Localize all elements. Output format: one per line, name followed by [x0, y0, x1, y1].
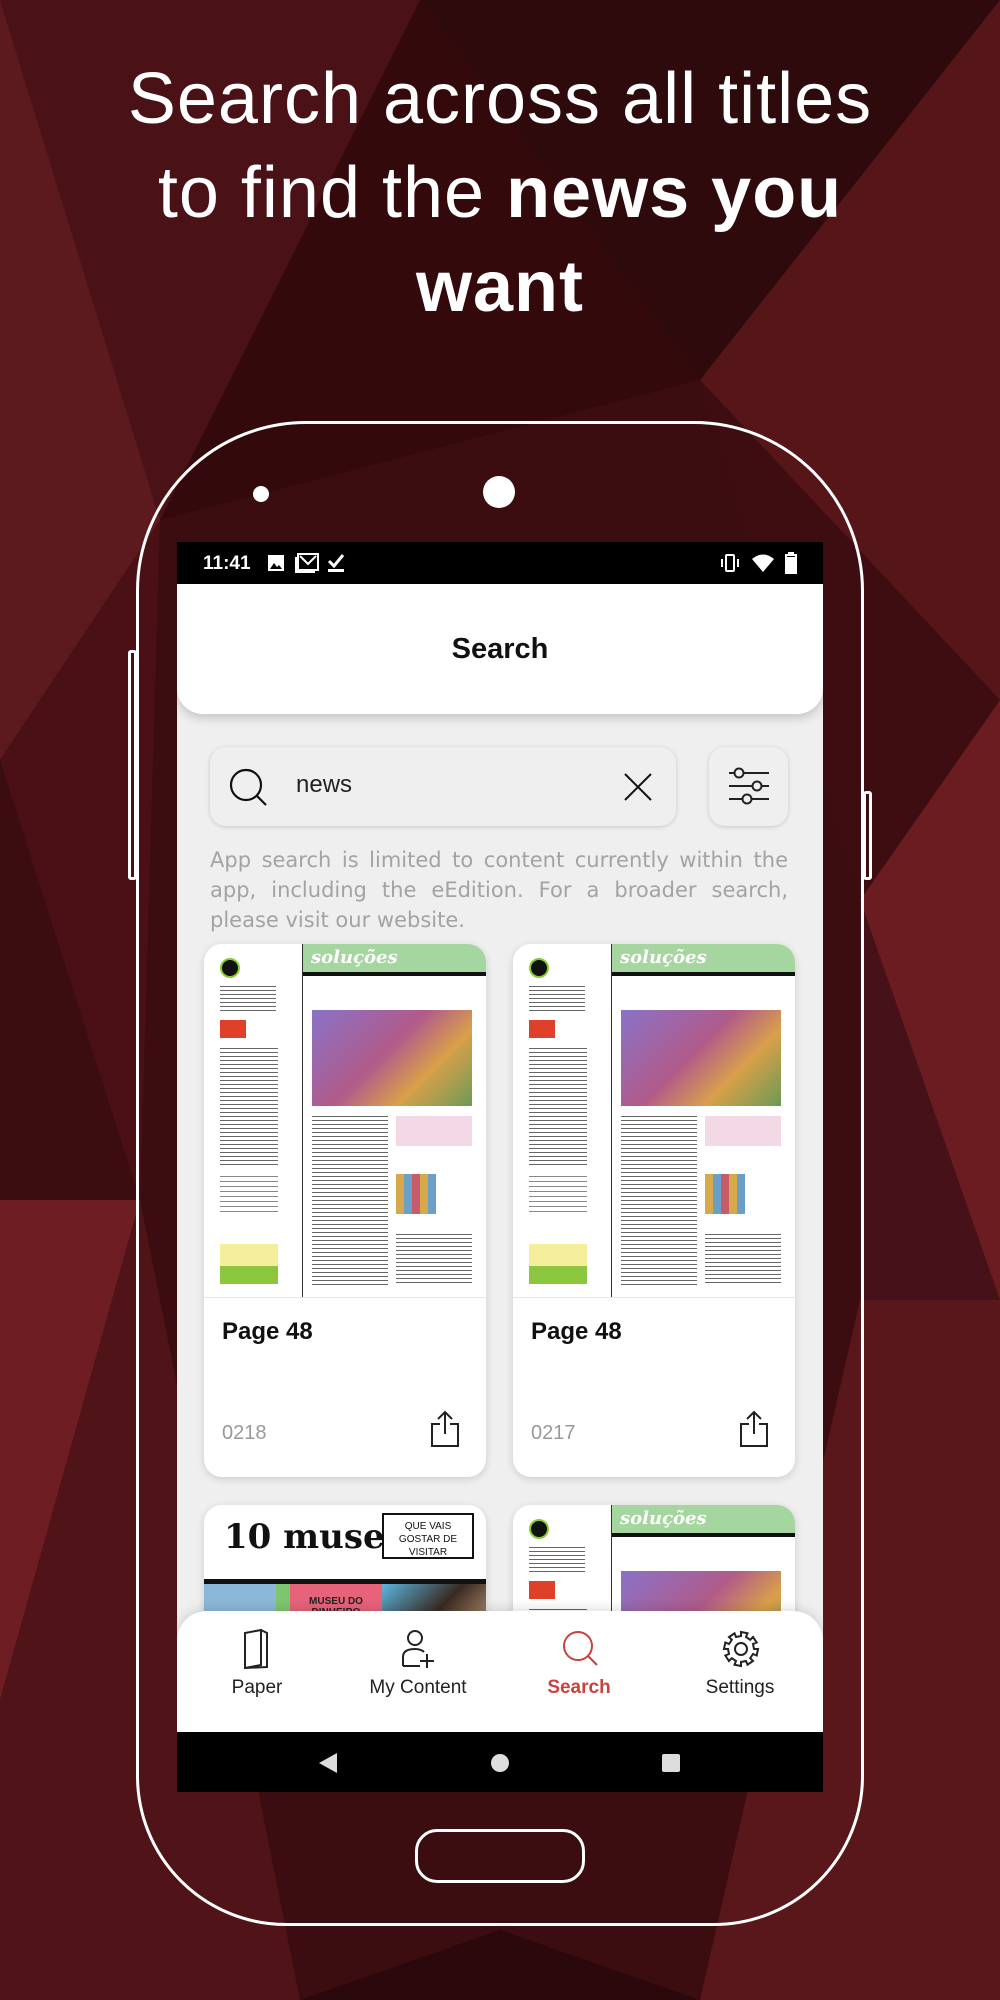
recents-icon[interactable] [661, 1753, 681, 1773]
search-hint: App search is limited to content current… [210, 848, 788, 932]
search-query[interactable]: news [296, 771, 352, 799]
result-card[interactable]: soluções Page 48 0217 [513, 944, 795, 1477]
result-code: 0218 [222, 1422, 267, 1444]
result-title: Page 48 [531, 1318, 622, 1345]
home-icon[interactable] [490, 1753, 510, 1773]
page-thumbnail[interactable]: soluções [513, 944, 795, 1298]
nav-paper[interactable]: Paper [177, 1611, 337, 1732]
result-card[interactable]: soluções Page 48 0218 [204, 944, 486, 1477]
download-done-icon [327, 553, 345, 573]
nav-label: Search [547, 1677, 611, 1698]
nav-label: Settings [705, 1677, 775, 1698]
nav-my-content[interactable]: My Content [338, 1611, 498, 1732]
search-icon [229, 768, 267, 806]
search-icon [563, 1631, 598, 1666]
publisher-logo [220, 958, 240, 978]
nav-label: Paper [231, 1677, 283, 1698]
phone-home-button [415, 1829, 585, 1883]
section-header: soluções [303, 944, 486, 972]
clear-icon[interactable] [623, 772, 653, 802]
bottom-nav: Paper My Content Search Settings [177, 1611, 823, 1732]
share-icon[interactable] [430, 1410, 460, 1448]
app-screen: 11:41 Search news App search is limited … [177, 542, 823, 1792]
phone-side-button-right [863, 791, 872, 880]
section-header: soluções [612, 944, 795, 972]
phone-camera [483, 476, 515, 508]
wifi-icon [751, 553, 775, 573]
status-time: 11:41 [203, 553, 251, 574]
image-icon [267, 553, 285, 573]
result-code: 0217 [531, 1422, 576, 1444]
phone-sensor [253, 486, 269, 502]
page-thumbnail[interactable]: soluções [204, 944, 486, 1298]
nav-search[interactable]: Search [499, 1611, 659, 1732]
headline-line-3: want [415, 247, 584, 327]
sliders-icon [729, 767, 769, 805]
battery-icon [785, 552, 797, 574]
thumb-bubble: QUE VAIS GOSTAR DE VISITAR [382, 1513, 474, 1559]
vibrate-icon [719, 553, 741, 573]
add-user-icon [402, 1630, 434, 1668]
page-title: Search [177, 584, 823, 714]
publisher-logo [529, 958, 549, 978]
filter-button[interactable] [709, 747, 788, 826]
status-bar: 11:41 [177, 542, 823, 584]
share-icon[interactable] [739, 1410, 769, 1448]
system-nav-bar [177, 1732, 823, 1792]
headline-line-2: to find the news you [157, 153, 843, 233]
gear-icon [722, 1630, 760, 1668]
search-input[interactable]: news [210, 747, 676, 826]
result-title: Page 48 [222, 1318, 313, 1345]
nav-settings[interactable]: Settings [660, 1611, 820, 1732]
back-icon[interactable] [317, 1752, 339, 1774]
publisher-logo [529, 1519, 549, 1539]
paper-icon [244, 1629, 268, 1669]
headline: Search across all titles to find the new… [0, 52, 1000, 334]
phone-side-button-left [128, 650, 137, 880]
nav-label: My Content [369, 1677, 467, 1698]
section-header: soluções [612, 1505, 795, 1533]
gmail-icon [295, 553, 319, 573]
headline-line-1: Search across all titles [127, 59, 873, 139]
